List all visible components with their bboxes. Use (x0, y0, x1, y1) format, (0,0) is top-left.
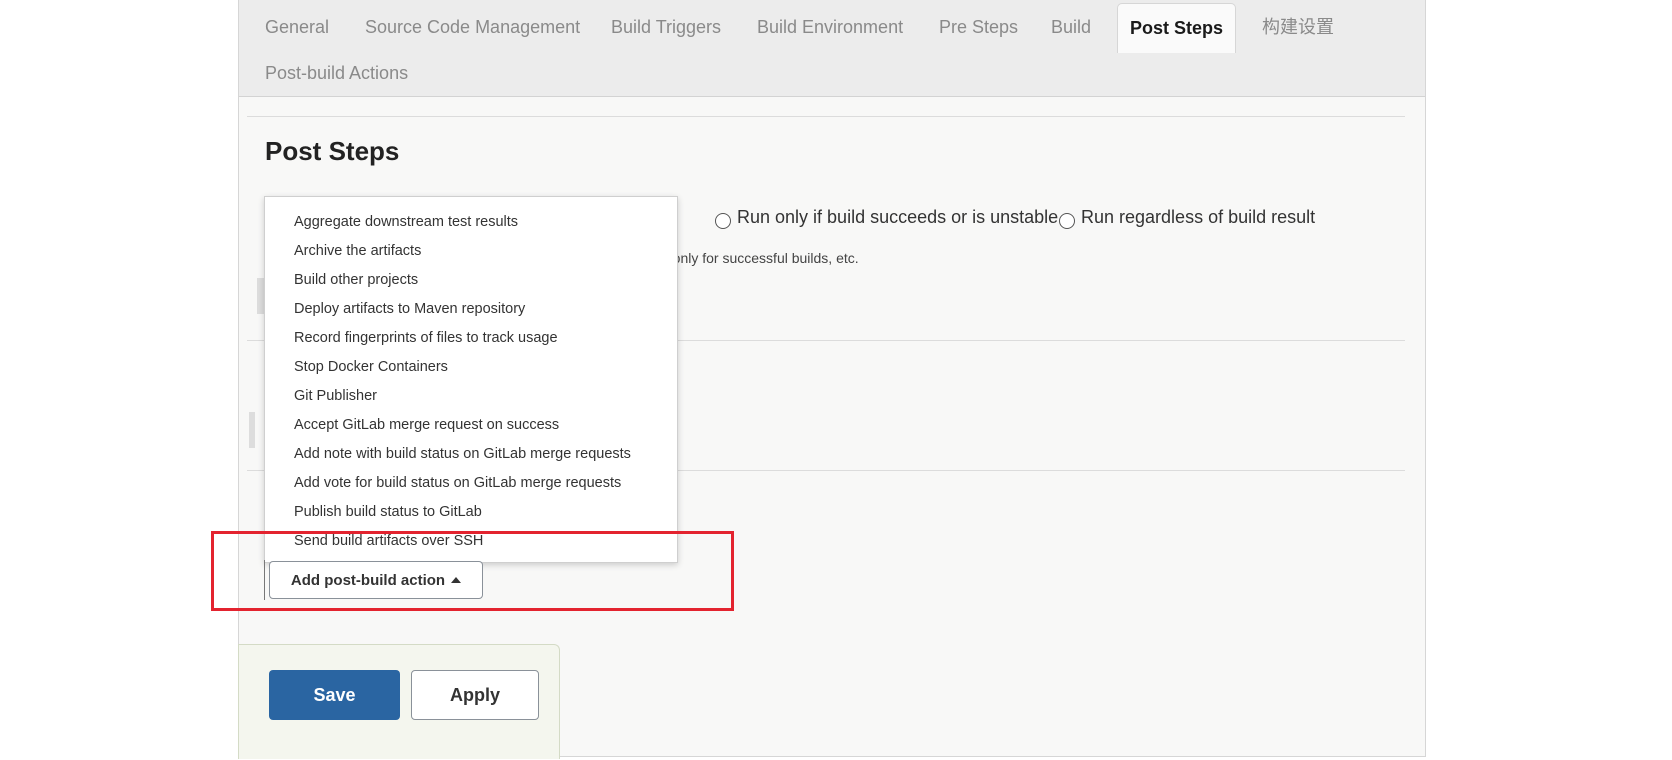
tab-source-code-management[interactable]: Source Code Management (365, 16, 580, 38)
section-divider (247, 116, 1405, 117)
menu-item-aggregate-test-results[interactable]: Aggregate downstream test results (294, 213, 518, 231)
tab-build-settings[interactable]: 构建设置 (1262, 16, 1334, 38)
post-build-action-menu: Aggregate downstream test results Archiv… (264, 196, 678, 563)
post-steps-heading: Post Steps (265, 136, 400, 166)
menu-item-gitlab-note[interactable]: Add note with build status on GitLab mer… (294, 445, 631, 463)
radio-unstable[interactable] (715, 213, 731, 229)
menu-item-publish-gitlab-status[interactable]: Publish build status to GitLab (294, 503, 482, 521)
highlight-box (211, 531, 734, 611)
tab-bar: General Source Code Management Build Tri… (239, 0, 1425, 97)
radio-label-regardless: Run regardless of build result (1081, 207, 1316, 227)
tab-pre-steps[interactable]: Pre Steps (939, 16, 1018, 38)
menu-item-build-other-projects[interactable]: Build other projects (294, 271, 418, 289)
menu-item-git-publisher[interactable]: Git Publisher (294, 387, 377, 405)
menu-item-deploy-maven[interactable]: Deploy artifacts to Maven repository (294, 300, 525, 318)
menu-item-accept-gitlab-mr[interactable]: Accept GitLab merge request on success (294, 416, 559, 434)
menu-item-archive-artifacts[interactable]: Archive the artifacts (294, 242, 421, 260)
menu-item-record-fingerprints[interactable]: Record fingerprints of files to track us… (294, 329, 558, 347)
tab-build-triggers[interactable]: Build Triggers (611, 16, 721, 38)
drag-handle (249, 412, 255, 448)
tab-build[interactable]: Build (1051, 16, 1091, 38)
apply-button[interactable]: Apply (411, 670, 539, 720)
tab-build-environment[interactable]: Build Environment (757, 16, 903, 38)
radio-help-text: n only for successful builds, etc. (661, 250, 859, 266)
menu-item-stop-docker[interactable]: Stop Docker Containers (294, 358, 448, 376)
tab-post-steps[interactable]: Post Steps (1117, 3, 1237, 53)
tab-post-build-actions[interactable]: Post-build Actions (265, 62, 408, 84)
radio-label-unstable: Run only if build succeeds or is unstabl… (737, 207, 1059, 227)
radio-regardless[interactable] (1059, 213, 1075, 229)
save-button[interactable]: Save (269, 670, 400, 720)
tab-general[interactable]: General (265, 16, 329, 38)
menu-item-gitlab-vote[interactable]: Add vote for build status on GitLab merg… (294, 474, 621, 492)
